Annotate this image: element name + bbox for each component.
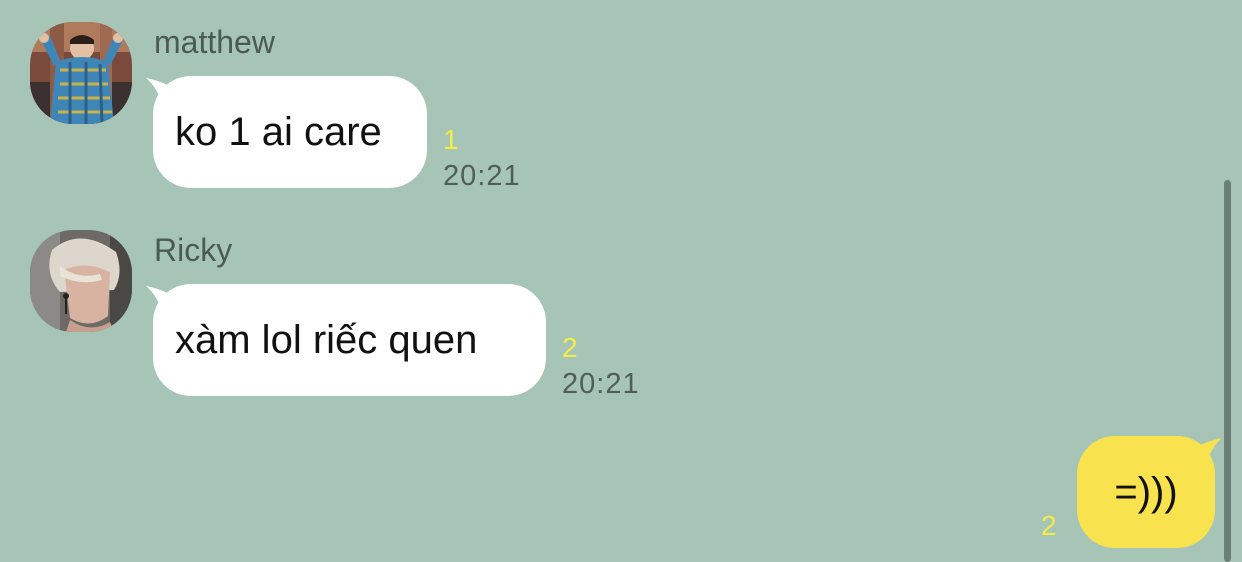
sender-name: Ricky xyxy=(154,232,233,268)
message-text: =))) xyxy=(1114,469,1178,514)
chat-room: matthew ko 1 ai care 1 20:21 Ricky xàm l… xyxy=(0,0,1242,562)
message-text: xàm lol riếc quen xyxy=(175,317,478,362)
scrollbar[interactable] xyxy=(1224,180,1231,562)
message-text: ko 1 ai care xyxy=(175,109,382,154)
message-time: 20:21 xyxy=(443,160,521,192)
message-time: 20:21 xyxy=(562,368,640,400)
unread-count: 2 xyxy=(1041,510,1057,541)
message-bubble[interactable]: ko 1 ai care xyxy=(153,76,427,188)
unread-count: 2 xyxy=(562,332,578,363)
sender-name: matthew xyxy=(154,24,275,60)
bubble-tail xyxy=(1194,438,1222,466)
avatar-ricky[interactable] xyxy=(30,230,132,332)
unread-count: 1 xyxy=(443,124,459,155)
message-bubble[interactable]: xàm lol riếc quen xyxy=(153,284,546,396)
avatar-matthew[interactable] xyxy=(30,22,132,124)
